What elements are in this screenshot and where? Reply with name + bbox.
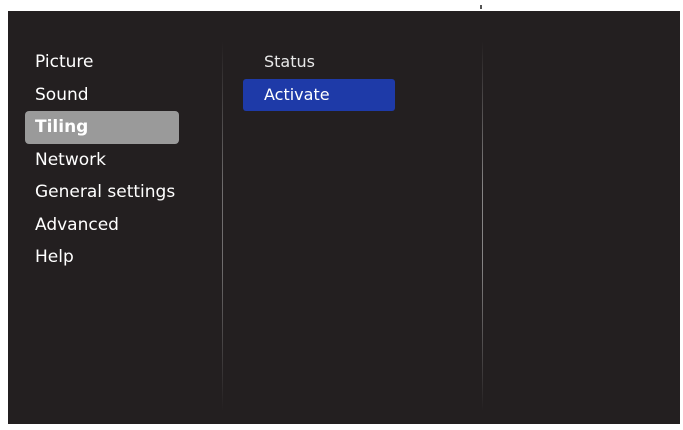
menu-item-tiling[interactable]: Tiling [25,111,179,144]
menu-item-sound[interactable]: Sound [25,79,179,112]
tv-settings-screen: Picture Sound Tiling Network General set… [8,11,680,424]
submenu-item-status[interactable]: Status [243,46,395,79]
sub-menu: Status Activate [243,46,395,111]
submenu-item-activate[interactable]: Activate [243,78,395,111]
column-divider-right [482,41,483,411]
menu-item-network[interactable]: Network [25,144,179,177]
detail-panel [488,41,673,411]
menu-item-help[interactable]: Help [25,241,179,274]
menu-item-general-settings[interactable]: General settings [25,176,179,209]
top-marker [480,5,482,9]
column-divider-left [222,41,223,411]
menu-item-advanced[interactable]: Advanced [25,209,179,242]
menu-item-picture[interactable]: Picture [25,46,179,79]
main-menu: Picture Sound Tiling Network General set… [25,46,179,274]
